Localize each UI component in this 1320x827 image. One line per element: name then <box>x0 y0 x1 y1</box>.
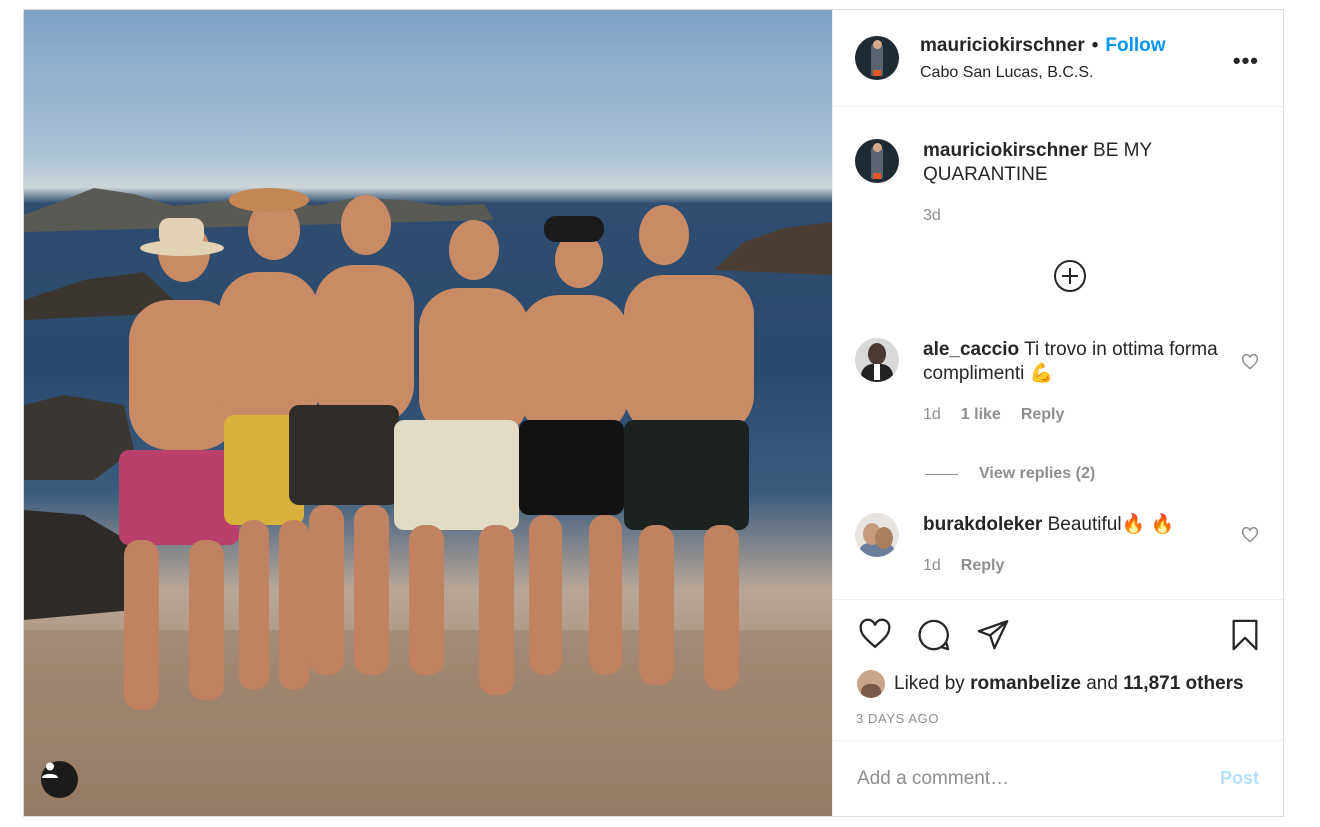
post-card: mauriciokirschner • Follow Cabo San Luca… <box>23 9 1284 817</box>
replies-divider <box>925 473 958 475</box>
caption-username[interactable]: mauriciokirschner <box>923 140 1088 161</box>
comment-time[interactable]: 1d <box>923 406 941 424</box>
liker-username[interactable]: romanbelize <box>970 673 1081 695</box>
heart-icon <box>859 618 891 649</box>
caption-avatar[interactable] <box>855 139 899 183</box>
post-location[interactable]: Cabo San Lucas, B.C.S. <box>920 64 1166 82</box>
add-comment-bar: Post <box>833 740 1283 816</box>
like-comment-button[interactable] <box>1241 353 1259 375</box>
caption: mauriciokirschner BE MY QUARANTINE 3d <box>855 139 1263 225</box>
caption-time[interactable]: 3d <box>923 207 941 225</box>
save-button[interactable] <box>1230 618 1260 657</box>
author-avatar[interactable] <box>855 36 899 80</box>
post-header: mauriciokirschner • Follow Cabo San Luca… <box>833 10 1283 107</box>
liker-avatar[interactable] <box>857 670 885 698</box>
post-sidebar: mauriciokirschner • Follow Cabo San Luca… <box>832 10 1283 816</box>
comment-username[interactable]: burakdoleker <box>923 514 1042 535</box>
photo-illustration <box>24 188 832 816</box>
heart-icon <box>1241 526 1259 543</box>
reply-button[interactable]: Reply <box>961 557 1005 575</box>
user-icon <box>42 762 58 778</box>
comment-time[interactable]: 1d <box>923 557 941 575</box>
tagged-users-button[interactable] <box>41 761 78 798</box>
likes-and: and <box>1086 673 1118 694</box>
comment-icon <box>918 619 950 651</box>
heart-icon <box>1241 353 1259 370</box>
liked-by-prefix: Liked by <box>894 673 965 694</box>
follow-button[interactable]: Follow <box>1105 35 1165 57</box>
like-comment-button[interactable] <box>1241 526 1259 548</box>
reply-button[interactable]: Reply <box>1021 406 1065 424</box>
likes-summary: Liked by romanbelize and 11,871 others <box>857 670 1244 698</box>
comment-likes[interactable]: 1 like <box>961 406 1001 424</box>
comment-item: ale_caccio Ti trovo in ottima forma comp… <box>855 338 1263 424</box>
share-button[interactable] <box>976 618 1010 655</box>
send-icon <box>977 620 1009 650</box>
comment-item: burakdoleker Beautiful🔥 🔥 1d Reply <box>855 513 1263 575</box>
commenter-avatar[interactable] <box>855 338 899 382</box>
comment-button[interactable] <box>917 618 951 657</box>
comment-text: Beautiful🔥 🔥 <box>1047 514 1175 535</box>
post-actions: Liked by romanbelize and 11,871 others 3… <box>833 599 1283 740</box>
more-options-icon[interactable]: ••• <box>1233 48 1259 74</box>
view-replies-label: View replies (2) <box>979 465 1096 482</box>
comment-username[interactable]: ale_caccio <box>923 339 1019 360</box>
post-photo[interactable] <box>24 10 832 816</box>
like-button[interactable] <box>858 618 892 655</box>
comments-section[interactable]: mauriciokirschner BE MY QUARANTINE 3d al… <box>833 107 1283 599</box>
post-timestamp[interactable]: 3 DAYS AGO <box>856 711 939 726</box>
view-replies-button[interactable]: View replies (2) <box>925 465 1095 483</box>
plus-circle-icon <box>1054 260 1086 292</box>
post-comment-button[interactable]: Post <box>1220 768 1259 789</box>
separator-dot: • <box>1091 34 1099 56</box>
bookmark-icon <box>1232 619 1258 651</box>
comment-input[interactable] <box>857 767 1220 790</box>
commenter-avatar[interactable] <box>855 513 899 557</box>
author-username[interactable]: mauriciokirschner <box>920 35 1085 57</box>
likes-others-link[interactable]: 11,871 others <box>1123 673 1243 695</box>
load-more-comments-button[interactable] <box>1053 259 1087 298</box>
